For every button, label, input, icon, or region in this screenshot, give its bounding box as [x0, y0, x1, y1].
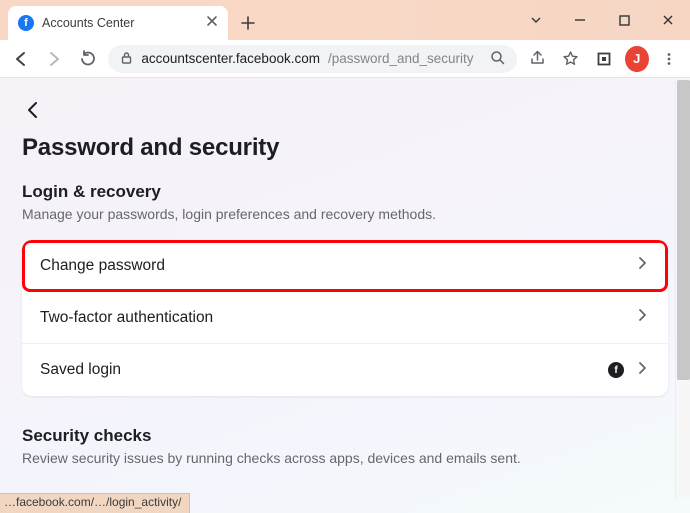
reload-button[interactable]	[75, 45, 100, 73]
login-recovery-card: Change password Two-factor authenticatio…	[22, 240, 668, 396]
section-heading-login: Login & recovery	[22, 182, 668, 202]
browser-tab[interactable]: f Accounts Center	[8, 6, 228, 40]
back-button[interactable]	[8, 45, 33, 73]
section-heading-checks: Security checks	[22, 426, 668, 446]
status-bar-hint: …facebook.com/…/login_activity/	[0, 493, 190, 513]
extensions-icon[interactable]	[591, 45, 616, 73]
scroll-thumb[interactable]	[677, 80, 690, 380]
change-password-row[interactable]: Change password	[22, 240, 668, 292]
chevron-right-icon	[634, 307, 650, 328]
two-factor-row[interactable]: Two-factor authentication	[22, 292, 668, 344]
lock-icon	[120, 51, 133, 67]
chevron-down-icon[interactable]	[514, 5, 558, 35]
kebab-menu-icon[interactable]	[657, 45, 682, 73]
window-titlebar: f Accounts Center	[0, 0, 690, 40]
url-domain: accountscenter.facebook.com	[141, 51, 320, 66]
facebook-favicon-icon: f	[18, 15, 34, 31]
close-window-icon[interactable]	[646, 5, 690, 35]
new-tab-button[interactable]	[234, 9, 262, 37]
saved-login-row[interactable]: Saved login f	[22, 344, 668, 396]
row-label: Change password	[40, 257, 624, 275]
page-back-button[interactable]	[22, 96, 50, 124]
bookmark-star-icon[interactable]	[558, 45, 583, 73]
scrollbar[interactable]	[675, 78, 690, 498]
page-content: Password and security Login & recovery M…	[0, 78, 690, 498]
url-path: /password_and_security	[328, 51, 474, 66]
forward-button	[41, 45, 66, 73]
row-label: Saved login	[40, 361, 598, 379]
section-subtext-checks: Review security issues by running checks…	[22, 450, 668, 466]
profile-avatar[interactable]: J	[625, 46, 649, 72]
search-icon[interactable]	[490, 50, 505, 68]
row-label: Two-factor authentication	[40, 309, 624, 327]
chevron-right-icon	[634, 360, 650, 381]
minimize-icon[interactable]	[558, 5, 602, 35]
maximize-icon[interactable]	[602, 5, 646, 35]
browser-toolbar: accountscenter.facebook.com/password_and…	[0, 40, 690, 78]
chevron-right-icon	[634, 255, 650, 276]
share-icon[interactable]	[525, 45, 550, 73]
tab-title: Accounts Center	[42, 16, 198, 30]
window-controls	[514, 0, 690, 40]
close-tab-icon[interactable]	[206, 14, 218, 32]
address-bar[interactable]: accountscenter.facebook.com/password_and…	[108, 45, 516, 73]
page-title: Password and security	[22, 134, 668, 162]
facebook-icon: f	[608, 362, 624, 378]
section-subtext-login: Manage your passwords, login preferences…	[22, 206, 668, 222]
